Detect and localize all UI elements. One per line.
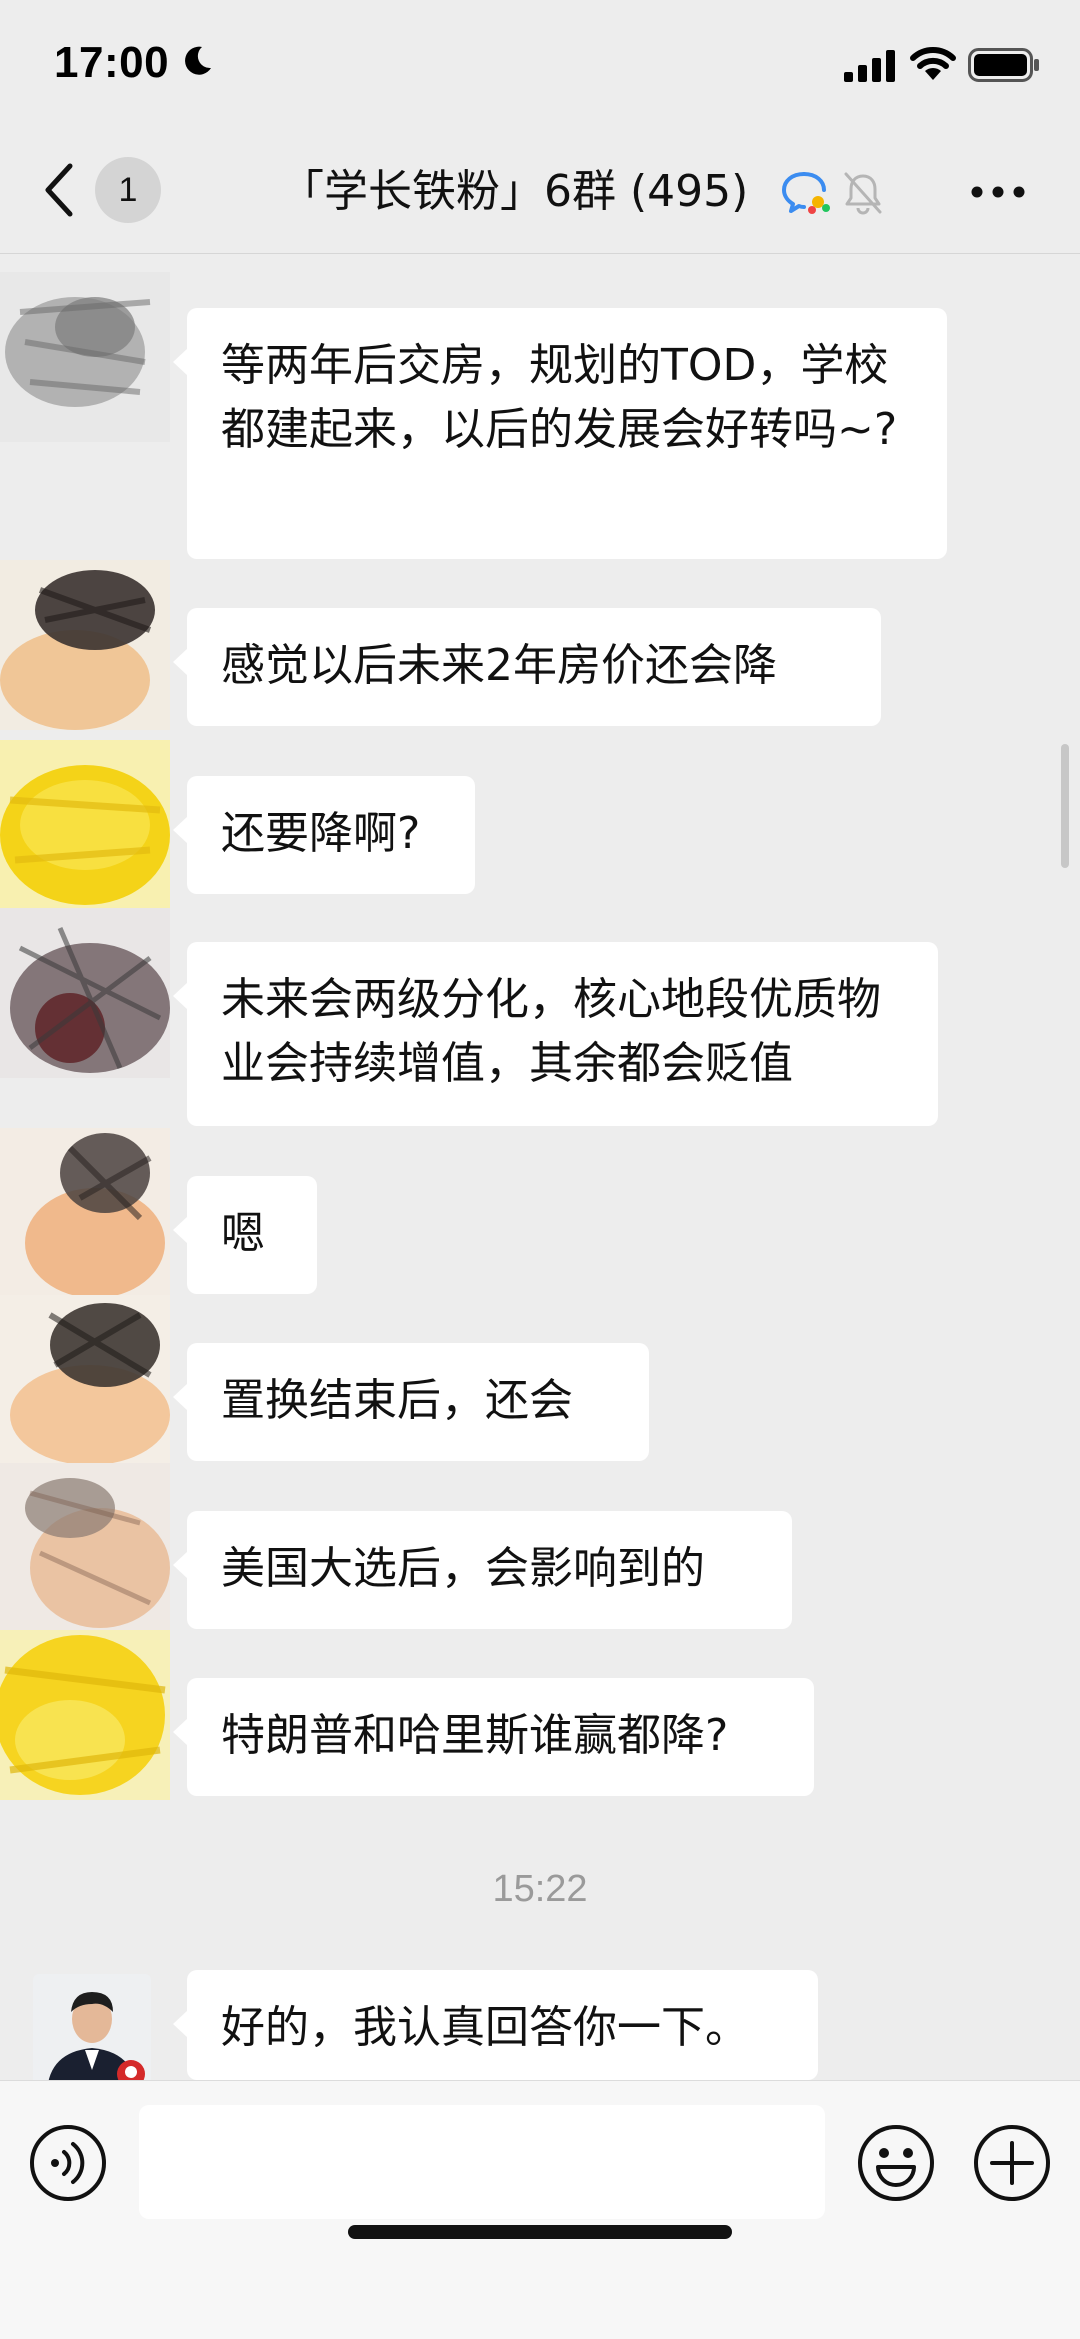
sender-avatar[interactable]: [0, 1463, 170, 1633]
message-bubble[interactable]: 美国大选后，会影响到的: [173, 1511, 792, 1629]
more-options-icon[interactable]: [970, 184, 1026, 200]
message-bubble[interactable]: 等两年后交房，规划的TOD，学校都建起来，以后的发展会好转吗~?: [173, 308, 947, 559]
voice-input-icon[interactable]: [28, 2123, 108, 2203]
message-bubble[interactable]: 嗯: [173, 1176, 317, 1294]
home-indicator: [348, 2225, 732, 2239]
message-bubble[interactable]: 感觉以后未来2年房价还会降: [173, 608, 881, 726]
group-chat-icon: [782, 172, 830, 214]
emoji-icon[interactable]: [856, 2123, 936, 2203]
message-bubble[interactable]: 还要降啊?: [173, 776, 475, 894]
plus-icon[interactable]: [972, 2123, 1052, 2203]
sender-avatar[interactable]: [33, 1974, 151, 2092]
unread-count-badge[interactable]: 1: [95, 157, 161, 223]
status-bar: 17:00: [0, 0, 1080, 132]
chat-title[interactable]: 「学长铁粉」6群 (495): [280, 162, 748, 222]
sender-avatar[interactable]: [0, 1128, 170, 1298]
back-arrow-icon[interactable]: [40, 160, 80, 220]
time-separator: 15:22: [492, 1868, 588, 1910]
status-time: 17:00: [54, 38, 170, 87]
input-bar: [0, 2080, 1080, 2339]
cellular-signal-icon: [844, 50, 895, 82]
sender-avatar[interactable]: [0, 272, 170, 442]
message-input[interactable]: [139, 2105, 825, 2219]
message-bubble[interactable]: 好的，我认真回答你一下。: [173, 1970, 818, 2080]
sender-avatar[interactable]: [0, 740, 170, 910]
wifi-icon: [910, 47, 956, 80]
sender-avatar[interactable]: [0, 560, 170, 730]
mute-bell-icon: [844, 172, 882, 215]
message-bubble[interactable]: 特朗普和哈里斯谁赢都降?: [173, 1678, 814, 1796]
message-bubble[interactable]: 置换结束后，还会: [173, 1343, 649, 1461]
battery-icon: [968, 48, 1039, 82]
sender-avatar[interactable]: [0, 1630, 170, 1800]
message-bubble[interactable]: 未来会两级分化，核心地段优质物业会持续增值，其余都会贬值: [173, 942, 938, 1126]
scroll-indicator[interactable]: [1061, 744, 1069, 868]
sender-avatar[interactable]: [0, 1295, 170, 1465]
moon-icon: [185, 46, 211, 75]
chat-header: 1 「学长铁粉」6群 (495): [0, 132, 1080, 254]
sender-avatar[interactable]: [0, 908, 170, 1078]
